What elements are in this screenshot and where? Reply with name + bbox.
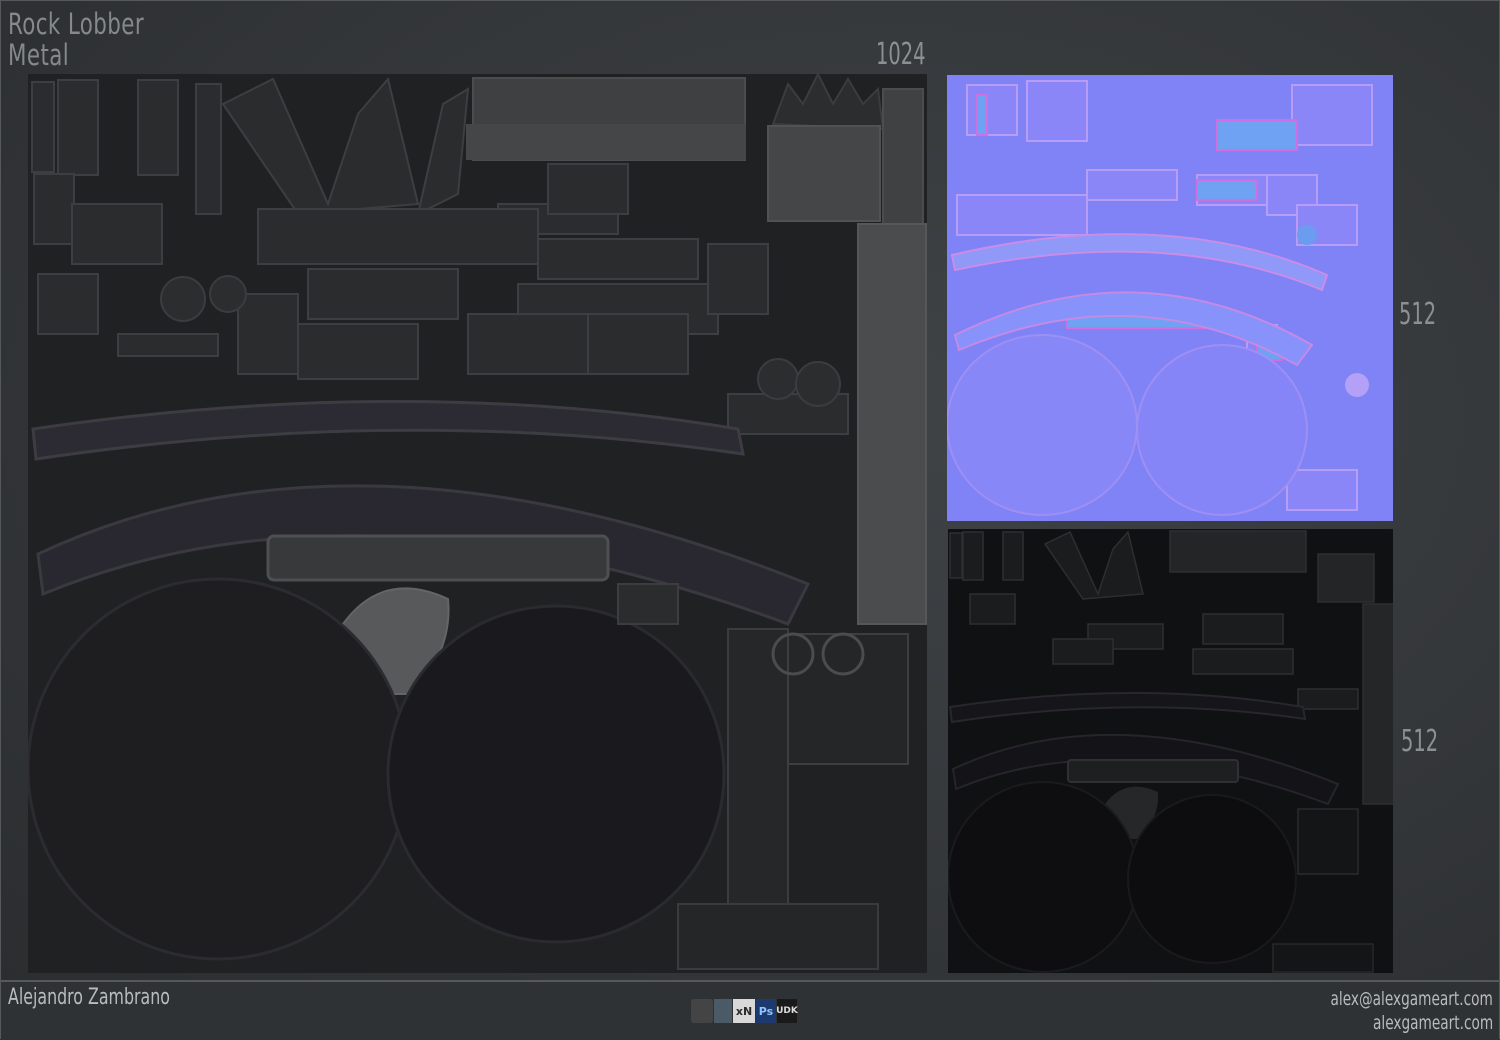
xnormal-logo-icon: xN: [733, 999, 755, 1023]
3ds-max-logo-icon: [714, 999, 732, 1023]
zbrush-logo-icon: [691, 999, 713, 1023]
tool-logos: xN Ps UDK: [691, 999, 798, 1023]
diffuse-texture-image: [28, 74, 927, 973]
normal-texture-image: [947, 75, 1393, 521]
author-name: Alejandro Zambrano: [8, 985, 170, 1010]
website-link[interactable]: alexgameart.com: [1373, 1012, 1493, 1034]
normal-texture-map: [947, 75, 1393, 521]
footer-bar: Alejandro Zambrano xN Ps UDK alex@alexga…: [1, 980, 1499, 1040]
normal-size-label: 512: [1399, 297, 1437, 332]
asset-title: Rock Lobber: [8, 7, 145, 41]
photoshop-logo-icon: Ps: [756, 999, 776, 1023]
diffuse-texture-map: [28, 74, 927, 973]
specular-texture-map: [948, 529, 1393, 973]
diffuse-size-label: 1024: [876, 37, 926, 72]
contact-email[interactable]: alex@alexgameart.com: [1331, 988, 1493, 1010]
specular-texture-image: [948, 529, 1393, 973]
udk-logo-icon: UDK: [776, 999, 798, 1023]
specular-size-label: 512: [1401, 724, 1439, 759]
material-subtitle: Metal: [8, 38, 70, 72]
portfolio-sheet: Rock Lobber Metal 1024 512 512: [0, 0, 1500, 1039]
